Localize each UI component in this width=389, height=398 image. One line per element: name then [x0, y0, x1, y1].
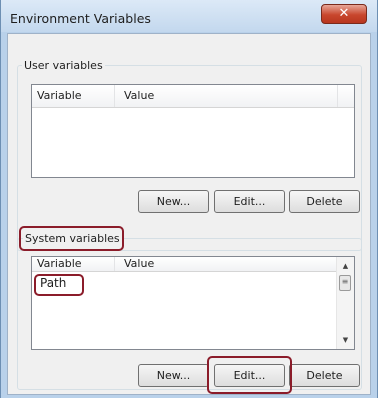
user-edit-button[interactable]: Edit...	[214, 190, 285, 213]
title-bar: Environment Variables ✕	[1, 0, 377, 32]
system-variables-label-highlight	[19, 226, 124, 251]
column-separator[interactable]	[114, 85, 115, 107]
column-header-variable[interactable]: Variable	[37, 257, 82, 270]
user-new-button[interactable]: New...	[138, 190, 209, 213]
vertical-scrollbar[interactable]: ▲ ≡ ▼	[336, 257, 354, 349]
scrollbar-thumb[interactable]: ≡	[339, 275, 351, 291]
system-new-button[interactable]: New...	[138, 364, 209, 387]
system-edit-button-highlight	[207, 356, 292, 394]
scroll-up-icon[interactable]: ▲	[337, 259, 354, 273]
column-header-variable[interactable]: Variable	[37, 89, 82, 102]
user-variables-list[interactable]: Variable Value	[31, 84, 355, 178]
close-icon: ✕	[338, 6, 350, 21]
column-header-value[interactable]: Value	[124, 89, 154, 102]
column-separator[interactable]	[337, 85, 338, 107]
scroll-down-icon[interactable]: ▼	[337, 333, 354, 347]
user-variables-header: Variable Value	[32, 85, 354, 108]
window-title: Environment Variables	[10, 11, 151, 26]
system-variables-header: Variable Value	[32, 257, 337, 272]
path-row-highlight	[34, 274, 84, 296]
dialog-client-area: User variables Variable Value New... Edi…	[7, 33, 371, 395]
column-separator[interactable]	[114, 257, 115, 271]
user-variables-label: User variables	[22, 59, 105, 72]
system-variables-list[interactable]: Variable Value Path ▲ ≡ ▼	[31, 256, 355, 350]
system-delete-button[interactable]: Delete	[289, 364, 360, 387]
environment-variables-dialog: Environment Variables ✕ User variables V…	[0, 0, 378, 398]
close-button[interactable]: ✕	[321, 4, 367, 24]
user-delete-button[interactable]: Delete	[289, 190, 360, 213]
column-header-value[interactable]: Value	[124, 257, 154, 270]
